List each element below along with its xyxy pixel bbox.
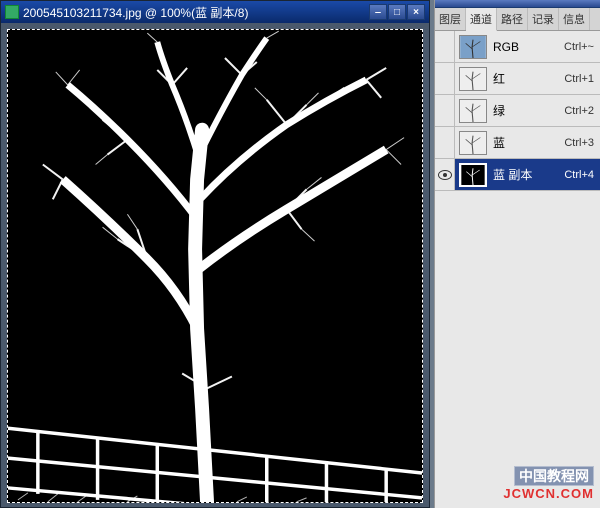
panel-grip[interactable] [435, 0, 600, 8]
channel-shortcut: Ctrl+1 [564, 73, 600, 85]
channel-list: RGB Ctrl+~ 红 Ctrl+1 绿 Ctrl+2 蓝 Ctrl [435, 31, 600, 508]
channel-thumbnail [459, 99, 487, 123]
channel-thumbnail [459, 163, 487, 187]
document-title: 200545103211734.jpg @ 100%(蓝 副本/8) [23, 4, 248, 21]
channel-row-blue-copy[interactable]: 蓝 副本 Ctrl+4 [435, 159, 600, 191]
channel-row-blue[interactable]: 蓝 Ctrl+3 [435, 127, 600, 159]
channel-shortcut: Ctrl+2 [564, 105, 600, 117]
channel-shortcut: Ctrl+~ [564, 41, 600, 53]
panel-tabs: 图层 通道 路径 记录 信息 [435, 8, 600, 31]
maximize-button[interactable]: □ [388, 4, 406, 20]
titlebar[interactable]: 200545103211734.jpg @ 100%(蓝 副本/8) ‒ □ × [1, 1, 429, 23]
channel-thumbnail [459, 35, 487, 59]
channel-row-red[interactable]: 红 Ctrl+1 [435, 63, 600, 95]
channel-shortcut: Ctrl+3 [564, 137, 600, 149]
canvas[interactable] [7, 29, 423, 503]
channel-shortcut: Ctrl+4 [564, 169, 600, 181]
tab-layers[interactable]: 图层 [435, 8, 466, 30]
channel-name: 蓝 副本 [491, 166, 564, 183]
window-controls: ‒ □ × [369, 4, 425, 20]
document-icon [5, 5, 19, 19]
document-window: 200545103211734.jpg @ 100%(蓝 副本/8) ‒ □ × [0, 0, 430, 508]
tab-info[interactable]: 信息 [559, 8, 590, 30]
tab-channels[interactable]: 通道 [466, 8, 497, 31]
visibility-toggle[interactable] [435, 63, 455, 94]
visibility-toggle[interactable] [435, 127, 455, 158]
channel-thumbnail [459, 67, 487, 91]
channel-name: 红 [491, 70, 564, 87]
channel-name: 绿 [491, 102, 564, 119]
close-button[interactable]: × [407, 4, 425, 20]
tab-paths[interactable]: 路径 [497, 8, 528, 30]
channel-row-green[interactable]: 绿 Ctrl+2 [435, 95, 600, 127]
visibility-toggle[interactable] [435, 159, 455, 190]
channel-thumbnail [459, 131, 487, 155]
channel-name: RGB [491, 40, 564, 54]
visibility-toggle[interactable] [435, 95, 455, 126]
tree-image [8, 30, 422, 502]
visibility-toggle[interactable] [435, 31, 455, 62]
minimize-button[interactable]: ‒ [369, 4, 387, 20]
channel-name: 蓝 [491, 134, 564, 151]
eye-icon [438, 170, 452, 180]
channels-panel: 图层 通道 路径 记录 信息 RGB Ctrl+~ 红 Ctrl+1 [434, 0, 600, 508]
channel-row-rgb[interactable]: RGB Ctrl+~ [435, 31, 600, 63]
tab-history[interactable]: 记录 [528, 8, 559, 30]
